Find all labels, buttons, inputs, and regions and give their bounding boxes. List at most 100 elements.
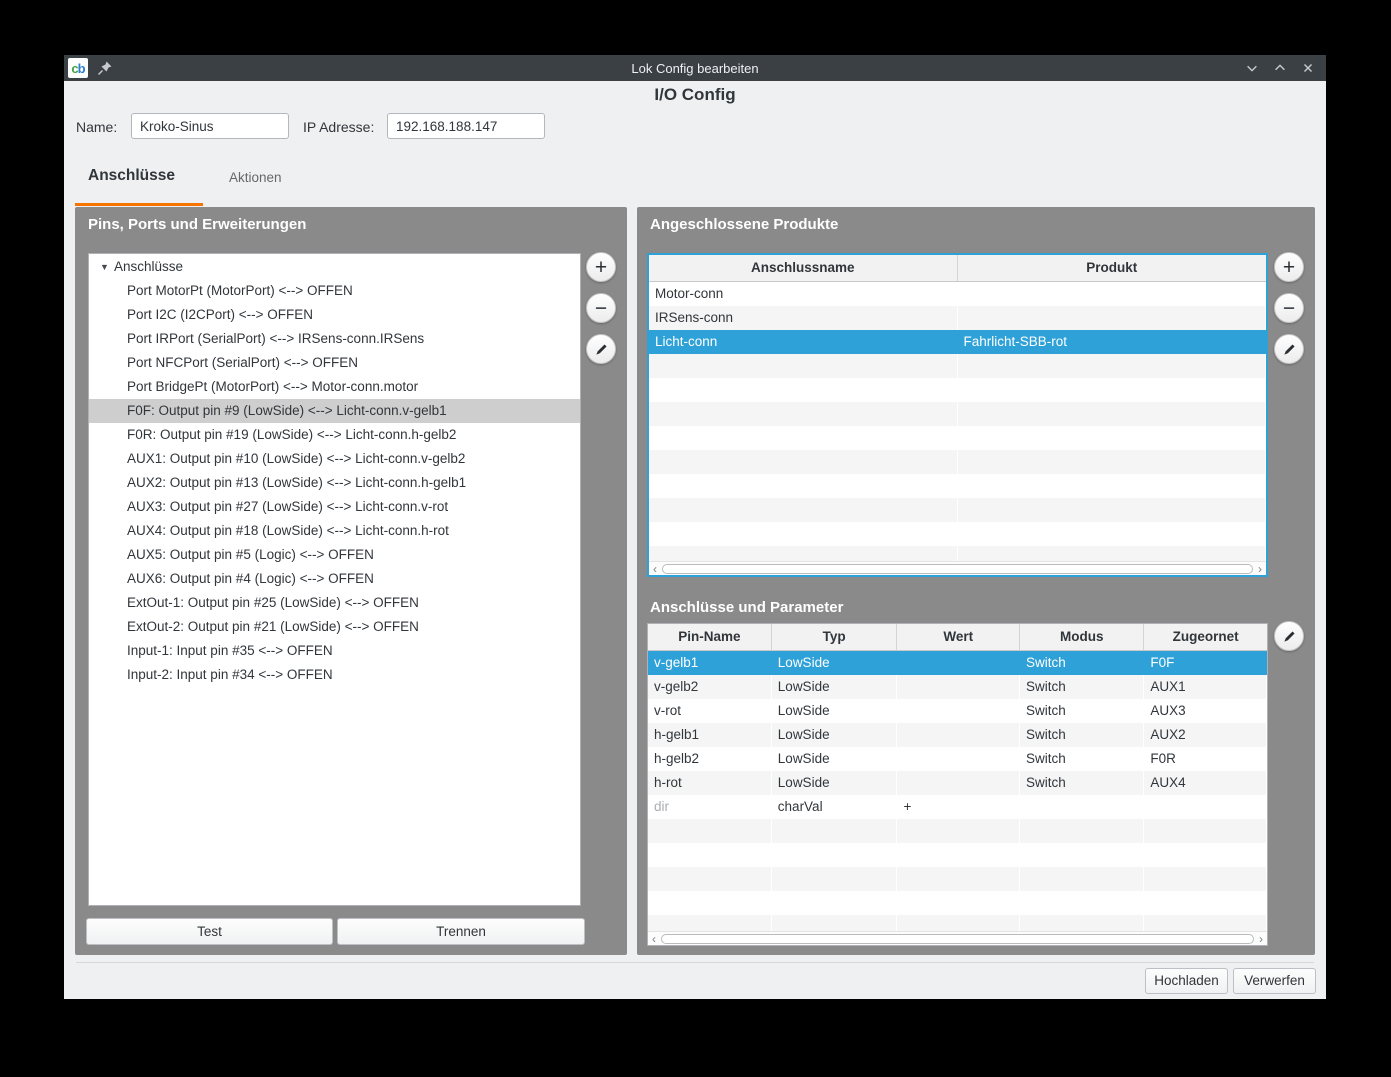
table-cell[interactable] xyxy=(1144,795,1267,819)
products-table-body[interactable]: Motor-connIRSens-connLicht-connFahrlicht… xyxy=(649,282,1266,561)
table-row-empty[interactable] xyxy=(648,843,1267,867)
expander-icon[interactable]: ▼ xyxy=(100,255,114,279)
close-button[interactable] xyxy=(1300,60,1316,76)
table-cell[interactable] xyxy=(897,819,1020,843)
table-cell[interactable] xyxy=(1020,891,1144,915)
scroll-thumb[interactable] xyxy=(661,934,1254,944)
table-row[interactable]: IRSens-conn xyxy=(649,306,1266,330)
table-cell[interactable]: F0R xyxy=(1144,747,1267,771)
table-cell[interactable] xyxy=(897,699,1020,723)
tree-item[interactable]: Input-1: Input pin #35 <--> OFFEN xyxy=(89,639,580,663)
table-cell[interactable] xyxy=(649,474,958,498)
scroll-left-icon[interactable]: ‹ xyxy=(648,933,660,945)
table-row-empty[interactable] xyxy=(649,498,1266,522)
table-cell[interactable] xyxy=(649,498,958,522)
table-row[interactable]: h-rotLowSideSwitchAUX4 xyxy=(648,771,1267,795)
table-cell[interactable] xyxy=(958,306,1267,330)
column-header[interactable]: Produkt xyxy=(958,255,1267,281)
table-cell[interactable] xyxy=(958,282,1267,306)
table-cell[interactable]: Switch xyxy=(1020,723,1144,747)
table-cell[interactable] xyxy=(1020,795,1144,819)
tree-item[interactable]: AUX2: Output pin #13 (LowSide) <--> Lich… xyxy=(89,471,580,495)
tree-item[interactable]: F0R: Output pin #19 (LowSide) <--> Licht… xyxy=(89,423,580,447)
column-header[interactable]: Typ xyxy=(772,624,898,650)
ip-input[interactable] xyxy=(387,113,545,139)
table-cell[interactable]: AUX3 xyxy=(1144,699,1267,723)
tree-item[interactable]: Input-2: Input pin #34 <--> OFFEN xyxy=(89,663,580,687)
table-cell[interactable]: LowSide xyxy=(772,699,898,723)
tree-item[interactable]: ExtOut-1: Output pin #25 (LowSide) <--> … xyxy=(89,591,580,615)
tree-item[interactable]: AUX6: Output pin #4 (Logic) <--> OFFEN xyxy=(89,567,580,591)
tree-item[interactable]: Port BridgePt (MotorPort) <--> Motor-con… xyxy=(89,375,580,399)
table-cell[interactable] xyxy=(897,747,1020,771)
table-cell[interactable] xyxy=(1144,843,1267,867)
table-row-empty[interactable] xyxy=(649,426,1266,450)
table-cell[interactable] xyxy=(1020,819,1144,843)
table-row-empty[interactable] xyxy=(649,450,1266,474)
table-cell[interactable]: LowSide xyxy=(772,651,898,675)
scroll-right-icon[interactable]: › xyxy=(1255,933,1267,945)
table-cell[interactable] xyxy=(772,891,898,915)
table-cell[interactable] xyxy=(897,915,1020,931)
pin-icon[interactable] xyxy=(97,60,113,76)
table-cell[interactable]: Switch xyxy=(1020,699,1144,723)
scroll-right-icon[interactable]: › xyxy=(1254,563,1266,575)
table-cell[interactable] xyxy=(648,819,772,843)
table-row-empty[interactable] xyxy=(648,915,1267,931)
table-cell[interactable] xyxy=(897,891,1020,915)
table-cell[interactable] xyxy=(958,546,1267,561)
table-row[interactable]: dircharVal+ xyxy=(648,795,1267,819)
remove-pin-button[interactable]: − xyxy=(586,293,616,323)
edit-product-button[interactable] xyxy=(1274,334,1304,364)
table-row[interactable]: v-gelb1LowSideSwitchF0F xyxy=(648,651,1267,675)
table-cell[interactable]: dir xyxy=(648,795,772,819)
table-cell[interactable] xyxy=(958,378,1267,402)
tree-item[interactable]: ExtOut-2: Output pin #21 (LowSide) <--> … xyxy=(89,615,580,639)
table-cell[interactable] xyxy=(897,867,1020,891)
table-row-empty[interactable] xyxy=(649,474,1266,498)
table-cell[interactable]: h-gelb2 xyxy=(648,747,772,771)
table-cell[interactable] xyxy=(897,675,1020,699)
table-cell[interactable] xyxy=(958,426,1267,450)
table-cell[interactable]: Motor-conn xyxy=(649,282,958,306)
table-cell[interactable] xyxy=(897,843,1020,867)
table-cell[interactable]: h-gelb1 xyxy=(648,723,772,747)
table-row-empty[interactable] xyxy=(649,546,1266,561)
table-cell[interactable] xyxy=(648,843,772,867)
tree-item[interactable]: AUX5: Output pin #5 (Logic) <--> OFFEN xyxy=(89,543,580,567)
table-cell[interactable] xyxy=(1144,819,1267,843)
table-cell[interactable]: Licht-conn xyxy=(649,330,958,354)
table-cell[interactable] xyxy=(648,867,772,891)
params-table-body[interactable]: v-gelb1LowSideSwitchF0Fv-gelb2LowSideSwi… xyxy=(648,651,1267,931)
table-row[interactable]: v-rotLowSide SwitchAUX3 xyxy=(648,699,1267,723)
table-row[interactable]: v-gelb2LowSideSwitchAUX1 xyxy=(648,675,1267,699)
products-hscrollbar[interactable]: ‹ › xyxy=(649,561,1266,575)
products-table[interactable]: AnschlussnameProdukt Motor-connIRSens-co… xyxy=(647,253,1268,577)
table-cell[interactable] xyxy=(1144,891,1267,915)
titlebar[interactable]: cb Lok Config bearbeiten xyxy=(64,55,1326,81)
maximize-button[interactable] xyxy=(1272,60,1288,76)
table-cell[interactable]: v-gelb1 xyxy=(648,651,772,675)
table-cell[interactable]: IRSens-conn xyxy=(649,306,958,330)
add-pin-button[interactable]: + xyxy=(586,252,616,282)
name-input[interactable] xyxy=(131,113,289,139)
table-cell[interactable]: LowSide xyxy=(772,747,898,771)
table-cell[interactable] xyxy=(958,402,1267,426)
table-cell[interactable]: v-rot xyxy=(648,699,772,723)
table-cell[interactable] xyxy=(648,915,772,931)
table-cell[interactable] xyxy=(649,354,958,378)
table-row[interactable]: h-gelb1LowSideSwitchAUX2 xyxy=(648,723,1267,747)
table-cell[interactable] xyxy=(648,891,772,915)
table-cell[interactable] xyxy=(649,378,958,402)
test-button[interactable]: Test xyxy=(86,918,333,945)
table-cell[interactable]: Switch xyxy=(1020,771,1144,795)
table-cell[interactable]: + xyxy=(897,795,1020,819)
scroll-left-icon[interactable]: ‹ xyxy=(649,563,661,575)
column-header[interactable]: Anschlussname xyxy=(649,255,958,281)
tree-item[interactable]: Port I2C (I2CPort) <--> OFFEN xyxy=(89,303,580,327)
table-cell[interactable] xyxy=(897,771,1020,795)
tree-item[interactable]: F0F: Output pin #9 (LowSide) <--> Licht-… xyxy=(89,399,580,423)
table-cell[interactable] xyxy=(897,651,1020,675)
table-cell[interactable]: LowSide xyxy=(772,675,898,699)
edit-pin-button[interactable] xyxy=(586,334,616,364)
